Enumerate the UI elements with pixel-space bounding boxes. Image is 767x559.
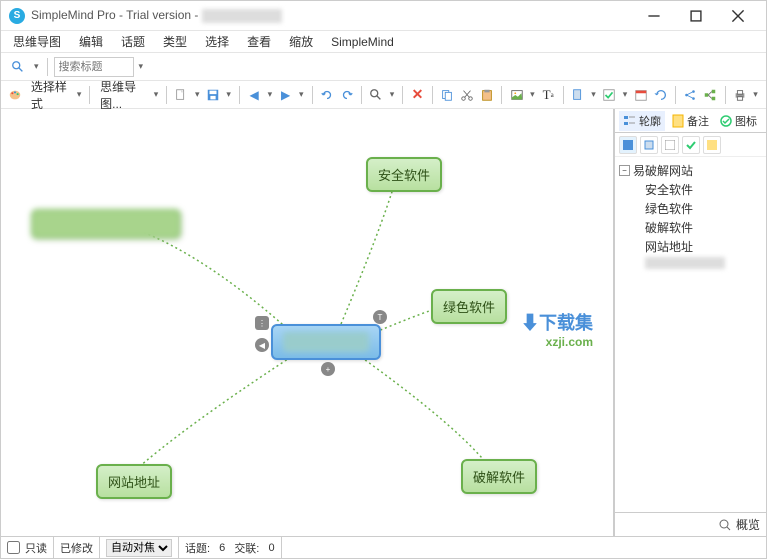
- tree-item[interactable]: 绿色软件: [619, 199, 762, 218]
- node-website[interactable]: 网站地址: [96, 464, 172, 499]
- menu-edit[interactable]: 编辑: [73, 31, 109, 52]
- tree-item[interactable]: 网站地址: [619, 237, 762, 256]
- node-security[interactable]: 安全软件: [366, 157, 442, 192]
- cut-icon[interactable]: [459, 84, 476, 106]
- mindmap-dropdown[interactable]: ▾: [152, 89, 161, 100]
- save-icon[interactable]: [204, 84, 221, 106]
- maximize-button[interactable]: [676, 2, 716, 30]
- search-input[interactable]: [54, 57, 134, 77]
- attach-dropdown[interactable]: ▾: [589, 89, 598, 100]
- node-handle-text[interactable]: T: [373, 310, 387, 324]
- delete-icon[interactable]: ✕: [409, 84, 426, 106]
- new-dropdown[interactable]: ▾: [193, 89, 202, 100]
- panel-btn-3[interactable]: [661, 136, 679, 154]
- preview-icon: [718, 518, 732, 532]
- paste-icon[interactable]: [479, 84, 496, 106]
- minimize-button[interactable]: [634, 2, 674, 30]
- node-handle-menu[interactable]: ⋮: [255, 316, 269, 330]
- save-dropdown[interactable]: ▾: [224, 89, 233, 100]
- tree-item-blurred[interactable]: [619, 256, 762, 270]
- readonly-checkbox[interactable]: 只读: [1, 537, 54, 558]
- mindmap-canvas[interactable]: 安全软件 绿色软件 破解软件 网站地址 ⋮ ◀ T + ⬇下载集 xzji.co…: [1, 109, 614, 536]
- palette-icon[interactable]: [7, 84, 24, 106]
- panel-btn-5[interactable]: [703, 136, 721, 154]
- expand-icon[interactable]: −: [619, 165, 630, 176]
- node-handle-add[interactable]: +: [321, 362, 335, 376]
- menu-zoom[interactable]: 缩放: [283, 31, 319, 52]
- menu-type[interactable]: 类型: [157, 31, 193, 52]
- statusbar: 只读 已修改 自动对焦 话题: 6 交联: 0: [1, 536, 766, 558]
- copy-icon[interactable]: [439, 84, 456, 106]
- select-style-button[interactable]: 选择样式: [27, 78, 72, 112]
- menu-mindmap[interactable]: 思维导图: [7, 31, 67, 52]
- window-title: SimpleMind Pro - Trial version -: [31, 8, 634, 23]
- search-dropdown[interactable]: ▾: [32, 61, 41, 72]
- panel-btn-2[interactable]: [640, 136, 658, 154]
- mindmap-label[interactable]: 思维导图...: [96, 78, 149, 112]
- node-handle-collapse[interactable]: ◀: [255, 338, 269, 352]
- search-icon[interactable]: [7, 56, 29, 78]
- menu-simplemind[interactable]: SimpleMind: [325, 33, 400, 51]
- task-icon[interactable]: [601, 84, 618, 106]
- modified-label: 已修改: [54, 537, 100, 558]
- zoom-icon[interactable]: [368, 84, 385, 106]
- notes-icon: [671, 114, 685, 128]
- image-icon[interactable]: [508, 84, 525, 106]
- forward-dropdown[interactable]: ▾: [297, 89, 306, 100]
- print-dropdown[interactable]: ▾: [751, 89, 760, 100]
- tab-outline[interactable]: 轮廓: [619, 111, 665, 131]
- menu-topic[interactable]: 话题: [115, 31, 151, 52]
- menubar: 思维导图 编辑 话题 类型 选择 查看 缩放 SimpleMind: [1, 31, 766, 53]
- panel-btn-1[interactable]: [619, 136, 637, 154]
- node-center-selected[interactable]: ⋮ ◀ T +: [271, 324, 381, 360]
- menu-view[interactable]: 查看: [241, 31, 277, 52]
- attach-icon[interactable]: [569, 84, 586, 106]
- search-field-dropdown[interactable]: ▾: [137, 61, 146, 72]
- nav-forward-icon[interactable]: ▶: [277, 84, 294, 106]
- toolbar-main: 选择样式 ▾ 思维导图... ▾ ▾ ▾ ◀ ▾ ▶ ▾ ▾ ✕ ▾ Ta ▾: [1, 81, 766, 109]
- redo-icon[interactable]: [338, 84, 355, 106]
- style-dropdown[interactable]: ▾: [75, 89, 84, 100]
- tree-item[interactable]: 破解软件: [619, 218, 762, 237]
- node-green[interactable]: 绿色软件: [431, 289, 507, 324]
- back-dropdown[interactable]: ▾: [266, 89, 275, 100]
- zoom-dropdown[interactable]: ▾: [388, 89, 397, 100]
- image-dropdown[interactable]: ▾: [528, 89, 537, 100]
- node-blurred-1[interactable]: [31, 209, 181, 239]
- tree-root[interactable]: − 易破解网站: [619, 161, 762, 180]
- app-icon: S: [9, 8, 25, 24]
- date-icon[interactable]: [632, 84, 649, 106]
- tab-icons[interactable]: 图标: [715, 111, 761, 131]
- side-panel: 轮廓 备注 图标 −: [614, 109, 766, 536]
- branch-icon[interactable]: [702, 84, 719, 106]
- node-crack[interactable]: 破解软件: [461, 459, 537, 494]
- outline-icon: [623, 114, 637, 128]
- panel-toolbar: [615, 133, 766, 157]
- titlebar: S SimpleMind Pro - Trial version -: [1, 1, 766, 31]
- tab-notes[interactable]: 备注: [667, 111, 713, 131]
- topic-count: 话题: 6 交联: 0: [179, 537, 282, 558]
- undo-icon[interactable]: [318, 84, 335, 106]
- icons-icon: [719, 114, 733, 128]
- print-icon[interactable]: [731, 84, 748, 106]
- link-icon[interactable]: [682, 84, 699, 106]
- menu-select[interactable]: 选择: [199, 31, 235, 52]
- preview-button[interactable]: 概览: [615, 512, 766, 536]
- refresh-icon[interactable]: [652, 84, 669, 106]
- nav-back-icon[interactable]: ◀: [246, 84, 263, 106]
- close-button[interactable]: [718, 2, 758, 30]
- autofocus-select[interactable]: 自动对焦: [100, 537, 179, 558]
- outline-tree[interactable]: − 易破解网站 安全软件 绿色软件 破解软件 网站地址: [615, 157, 766, 512]
- panel-btn-4[interactable]: [682, 136, 700, 154]
- text-icon[interactable]: Ta: [540, 84, 557, 106]
- tree-item[interactable]: 安全软件: [619, 180, 762, 199]
- new-file-icon[interactable]: [173, 84, 190, 106]
- task-dropdown[interactable]: ▾: [621, 89, 630, 100]
